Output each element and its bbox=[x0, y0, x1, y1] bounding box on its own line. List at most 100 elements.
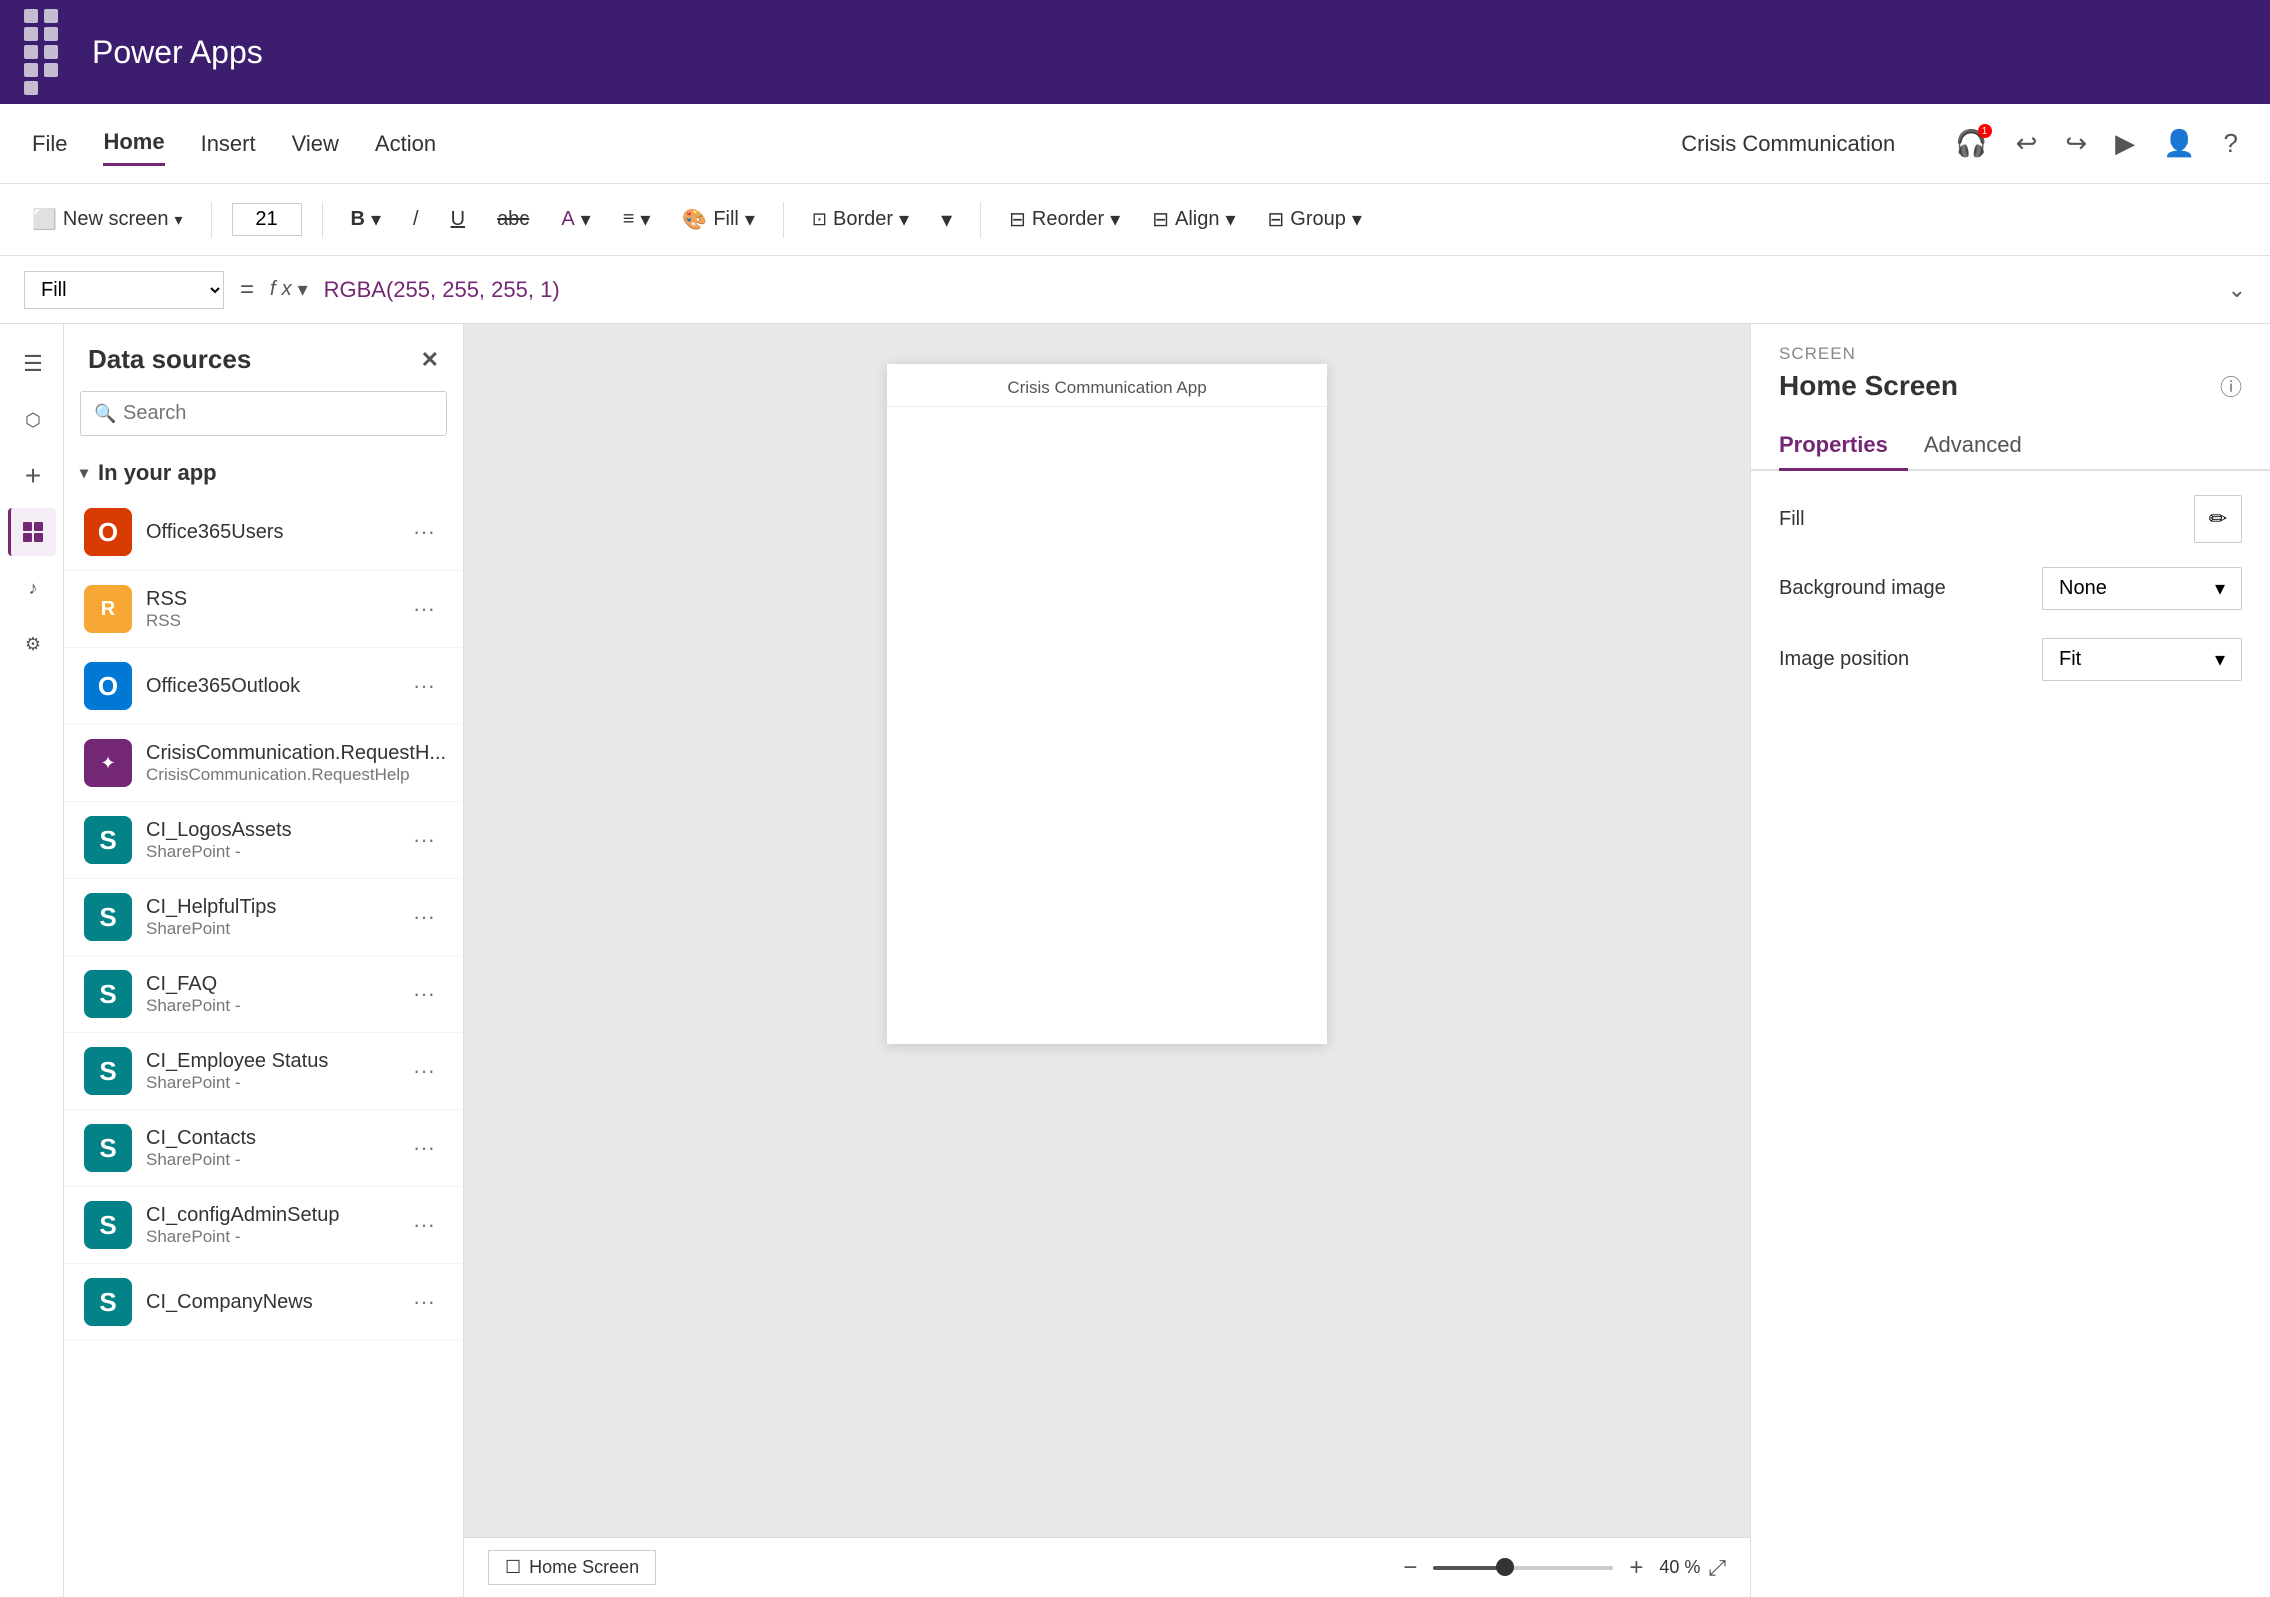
formula-input[interactable]: RGBA(255, 255, 255, 1) bbox=[324, 277, 2212, 303]
right-panel: SCREEN Home Screen ⓘ Properties Advanced… bbox=[1750, 324, 2270, 1597]
help-icon[interactable]: ? bbox=[2224, 128, 2238, 159]
bg-image-chevron-icon: ▾ bbox=[2215, 576, 2225, 601]
zoom-level: 40 % bbox=[1659, 1557, 1700, 1578]
expand-formula-icon[interactable]: ⌄ bbox=[2228, 277, 2246, 303]
strikethrough-button[interactable]: abc bbox=[489, 204, 537, 235]
item-text: CI_configAdminSetup SharePoint - bbox=[146, 1204, 391, 1247]
property-select[interactable]: Fill bbox=[24, 271, 224, 309]
screen-tab[interactable]: ☐ Home Screen bbox=[488, 1550, 656, 1585]
item-more-button[interactable]: ··· bbox=[405, 1285, 443, 1319]
slash-button[interactable]: / bbox=[405, 204, 427, 235]
item-text: Office365Users bbox=[146, 521, 391, 544]
item-sub: SharePoint - bbox=[146, 1073, 391, 1093]
list-item[interactable]: S CI_LogosAssets SharePoint - ··· bbox=[64, 802, 463, 879]
list-item[interactable]: S CI_Contacts SharePoint - ··· bbox=[64, 1110, 463, 1187]
group-button[interactable]: ⊟ Group ▾ bbox=[1260, 203, 1370, 236]
play-icon[interactable]: ▶ bbox=[2115, 128, 2135, 159]
item-more-button[interactable]: ··· bbox=[405, 1131, 443, 1165]
list-item[interactable]: S CI_HelpfulTips SharePoint ··· bbox=[64, 879, 463, 956]
fill-edit-icon: ✏ bbox=[2209, 506, 2227, 532]
section-label: In your app bbox=[98, 460, 217, 486]
toolbar: ⬜ New screen ▾ B▾ / U abc A▾ ≡▾ 🎨 Fill ▾… bbox=[0, 184, 2270, 256]
item-more-button[interactable]: ··· bbox=[405, 1208, 443, 1242]
tab-properties[interactable]: Properties bbox=[1779, 422, 1908, 471]
undo-icon[interactable]: ↩ bbox=[2016, 128, 2038, 159]
dropdown-button[interactable]: ▾ bbox=[933, 203, 960, 237]
item-text: CI_Contacts SharePoint - bbox=[146, 1127, 391, 1170]
panel-title: Data sources bbox=[88, 344, 251, 375]
item-sub: SharePoint - bbox=[146, 1150, 391, 1170]
fx-button[interactable]: fx ▾ bbox=[270, 277, 308, 302]
item-more-button[interactable]: ··· bbox=[405, 977, 443, 1011]
list-item[interactable]: R RSS RSS ··· bbox=[64, 571, 463, 648]
zoom-in-button[interactable]: + bbox=[1621, 1552, 1651, 1584]
zoom-slider-fill bbox=[1433, 1566, 1505, 1570]
border-button[interactable]: ⊡ Border ▾ bbox=[804, 203, 917, 236]
item-more-button[interactable]: ··· bbox=[405, 669, 443, 703]
section-in-your-app[interactable]: ▾ In your app bbox=[64, 452, 463, 494]
tab-advanced[interactable]: Advanced bbox=[1924, 422, 2042, 471]
separator-4 bbox=[980, 202, 981, 238]
item-more-button[interactable]: ··· bbox=[405, 592, 443, 626]
align-toolbar-button[interactable]: ⊟ Align ▾ bbox=[1144, 203, 1243, 236]
item-name: CI_FAQ bbox=[146, 973, 391, 996]
menu-insert[interactable]: Insert bbox=[201, 123, 256, 165]
align-button[interactable]: ≡▾ bbox=[615, 203, 659, 236]
canvas-content[interactable] bbox=[887, 407, 1327, 1044]
item-more-button[interactable]: ··· bbox=[405, 823, 443, 857]
bold-button[interactable]: B▾ bbox=[343, 203, 390, 236]
fill-edit-button[interactable]: ✏ bbox=[2194, 495, 2242, 543]
zoom-controls: − + 40 % ⤢ bbox=[1395, 1552, 1726, 1584]
item-more-button[interactable]: ··· bbox=[405, 515, 443, 549]
item-more-button[interactable]: ··· bbox=[460, 746, 463, 780]
item-name: CI_LogosAssets bbox=[146, 819, 391, 842]
list-item[interactable]: S CI_Employee Status SharePoint - ··· bbox=[64, 1033, 463, 1110]
image-position-row: Image position Fit ▾ bbox=[1779, 638, 2242, 681]
new-screen-button[interactable]: ⬜ New screen ▾ bbox=[24, 203, 191, 236]
add-icon[interactable]: + bbox=[8, 452, 56, 500]
list-item[interactable]: S CI_FAQ SharePoint - ··· bbox=[64, 956, 463, 1033]
main-layout: ☰ ⬡ + ♪ ⚙ Data sources ✕ 🔍 ▾ In your app bbox=[0, 324, 2270, 1597]
bg-image-dropdown[interactable]: None ▾ bbox=[2042, 567, 2242, 610]
item-icon-sp3: S bbox=[84, 970, 132, 1018]
panel-close-button[interactable]: ✕ bbox=[421, 347, 439, 373]
media-icon[interactable]: ♪ bbox=[8, 564, 56, 612]
item-more-button[interactable]: ··· bbox=[405, 900, 443, 934]
zoom-expand-button[interactable]: ⤢ bbox=[1708, 1555, 1726, 1581]
zoom-slider[interactable] bbox=[1433, 1566, 1613, 1570]
fill-button[interactable]: 🎨 Fill ▾ bbox=[674, 203, 763, 236]
image-position-dropdown[interactable]: Fit ▾ bbox=[2042, 638, 2242, 681]
menu-view[interactable]: View bbox=[292, 123, 339, 165]
hamburger-icon[interactable]: ☰ bbox=[8, 340, 56, 388]
left-sidebar: ☰ ⬡ + ♪ ⚙ bbox=[0, 324, 64, 1597]
menu-file[interactable]: File bbox=[32, 123, 67, 165]
account-icon[interactable]: 👤 bbox=[2163, 128, 2195, 159]
redo-icon[interactable]: ↪ bbox=[2065, 128, 2087, 159]
item-more-button[interactable]: ··· bbox=[405, 1054, 443, 1088]
item-sub: CrisisCommunication.RequestHelp bbox=[146, 765, 446, 785]
image-position-chevron-icon: ▾ bbox=[2215, 647, 2225, 672]
list-item[interactable]: S CI_configAdminSetup SharePoint - ··· bbox=[64, 1187, 463, 1264]
list-item[interactable]: O Office365Outlook ··· bbox=[64, 648, 463, 725]
canvas-frame[interactable]: Crisis Communication App bbox=[887, 364, 1327, 1044]
bg-image-row: Background image None ▾ bbox=[1779, 567, 2242, 610]
controls-icon[interactable]: ⚙ bbox=[8, 620, 56, 668]
waffle-icon[interactable] bbox=[24, 9, 60, 95]
zoom-out-button[interactable]: − bbox=[1395, 1552, 1425, 1584]
menu-home[interactable]: Home bbox=[103, 121, 164, 166]
list-item[interactable]: S CI_CompanyNews ··· bbox=[64, 1264, 463, 1341]
headset-icon[interactable]: 🎧 1 bbox=[1955, 128, 1987, 159]
list-item[interactable]: ✦ CrisisCommunication.RequestH... Crisis… bbox=[64, 725, 463, 802]
data-icon[interactable] bbox=[8, 508, 56, 556]
screen-type-label: SCREEN bbox=[1779, 344, 2242, 364]
search-input[interactable] bbox=[80, 391, 447, 436]
font-size-input[interactable] bbox=[232, 203, 302, 236]
help-circle-icon[interactable]: ⓘ bbox=[2220, 370, 2242, 402]
item-name: RSS bbox=[146, 588, 391, 611]
underline-button[interactable]: U bbox=[443, 204, 473, 235]
layers-icon[interactable]: ⬡ bbox=[8, 396, 56, 444]
reorder-button[interactable]: ⊟ Reorder ▾ bbox=[1001, 203, 1128, 236]
list-item[interactable]: O Office365Users ··· bbox=[64, 494, 463, 571]
menu-action[interactable]: Action bbox=[375, 123, 436, 165]
font-color-button[interactable]: A▾ bbox=[553, 203, 598, 236]
